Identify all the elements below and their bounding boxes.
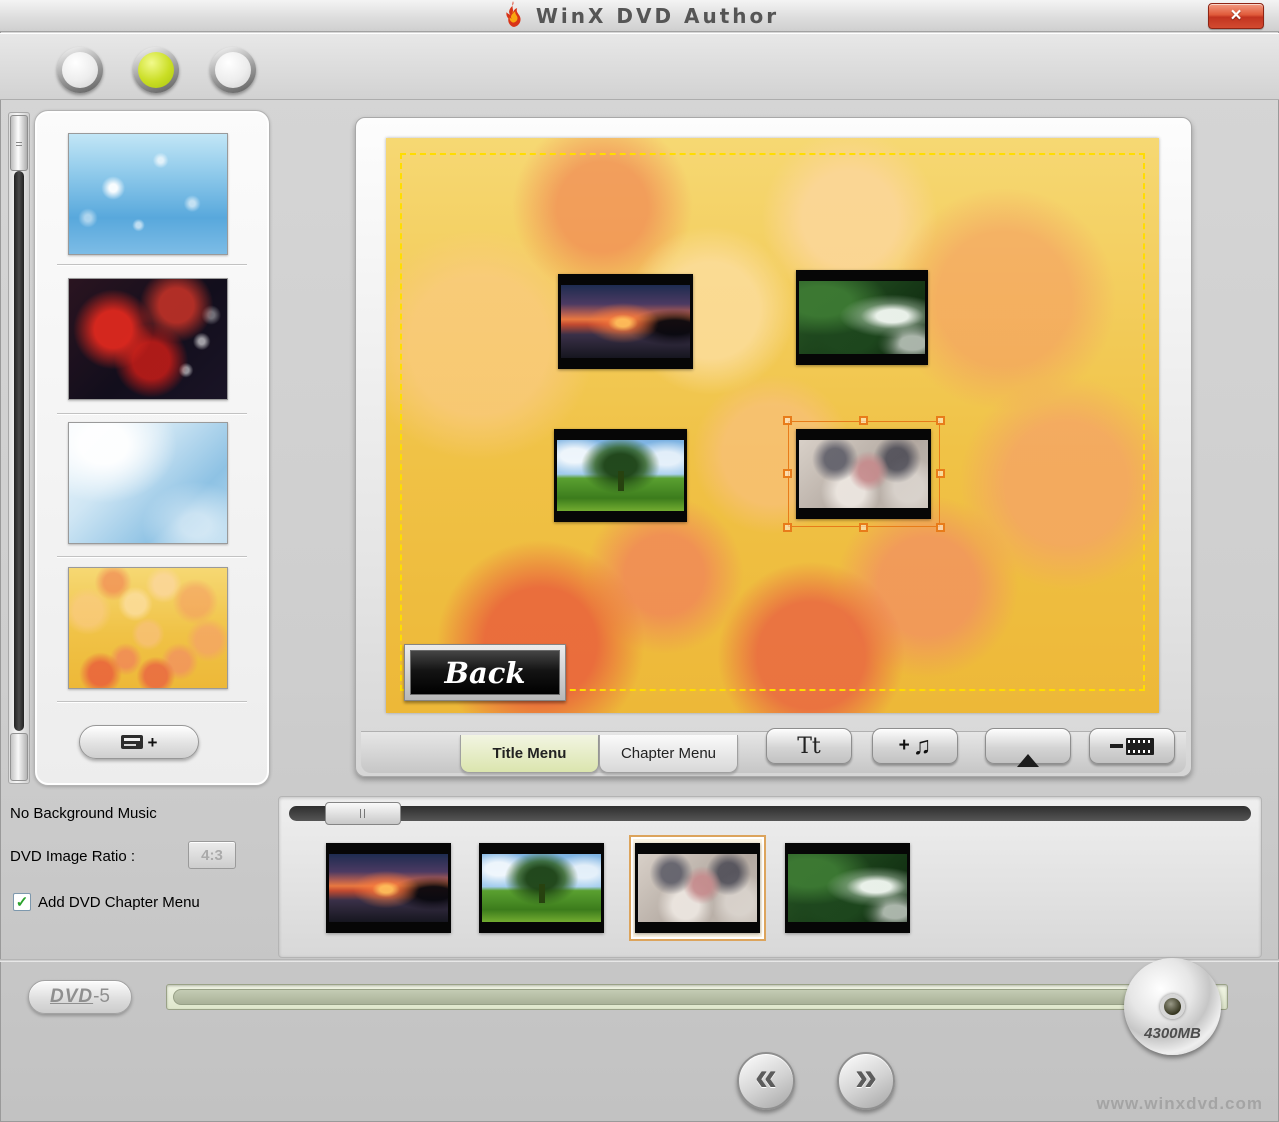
- divider: [57, 264, 247, 265]
- step-3-indicator-icon: [215, 52, 251, 88]
- close-button[interactable]: ×: [1208, 3, 1264, 29]
- template-blue-abstract[interactable]: [68, 422, 228, 544]
- menu-clip-sunset[interactable]: [558, 274, 693, 369]
- disc-type-label: DVD: [50, 986, 93, 1008]
- template-yellow-roses[interactable]: [68, 567, 228, 689]
- divider: [57, 413, 247, 414]
- winx-dvd-author-window: WinX DVD Author × +: [0, 0, 1279, 1122]
- step-1-indicator-icon: [62, 52, 98, 88]
- add-music-button[interactable]: + ♫: [872, 728, 958, 764]
- dvd-disc-icon: 4300MB: [1124, 958, 1221, 1055]
- tree-thumbnail: [482, 854, 601, 922]
- disc-capacity-text: 4300MB: [1124, 1025, 1221, 1042]
- dvd-menu-preview-panel: Back: [355, 117, 1192, 777]
- plus-icon: +: [148, 734, 158, 751]
- disc-type-suffix: -5: [93, 986, 110, 1008]
- title-bar: WinX DVD Author ×: [0, 0, 1279, 32]
- set-background-button[interactable]: [985, 728, 1071, 764]
- tree-thumbnail: [557, 440, 684, 511]
- next-step-button[interactable]: »: [837, 1052, 895, 1110]
- scrollbar-bottom-cap[interactable]: [10, 733, 28, 781]
- minus-icon: [1110, 744, 1123, 748]
- dvd-menu-canvas[interactable]: Back: [386, 138, 1159, 713]
- disc-capacity-bar: [166, 984, 1228, 1010]
- step-1-button[interactable]: [57, 47, 103, 93]
- remove-clip-button[interactable]: [1089, 728, 1175, 764]
- scrollbar-thumb[interactable]: [10, 115, 28, 171]
- sunset-thumbnail: [561, 285, 690, 358]
- chapter-menu-label: Add DVD Chapter Menu: [38, 894, 200, 911]
- divider: [57, 701, 247, 702]
- timeline-scrollbar-thumb[interactable]: [325, 802, 401, 825]
- flame-logo-icon: [500, 0, 526, 33]
- divider: [57, 556, 247, 557]
- step-2-indicator-icon: [138, 52, 174, 88]
- menu-clip-tree[interactable]: [554, 429, 687, 522]
- menu-clip-people[interactable]: [796, 429, 931, 519]
- add-text-button[interactable]: Tt: [766, 728, 852, 764]
- text-icon: Tt: [797, 734, 821, 759]
- ratio-value-button: 4:3: [188, 841, 236, 869]
- footer-divider: [0, 959, 1279, 962]
- disc-type-button[interactable]: DVD -5: [28, 980, 132, 1014]
- plus-icon: +: [899, 735, 910, 757]
- disc-capacity-fill: [173, 989, 1191, 1005]
- step-2-button[interactable]: [133, 47, 179, 93]
- step-3-button[interactable]: [210, 47, 256, 93]
- website-link: www.winxdvd.com: [1097, 1094, 1263, 1114]
- music-note-icon: ♫: [913, 732, 932, 761]
- sunset-thumbnail: [329, 854, 448, 922]
- tab-chapter-menu[interactable]: Chapter Menu: [599, 735, 738, 773]
- template-red-roses-dark[interactable]: [68, 278, 228, 400]
- tab-title-menu[interactable]: Title Menu: [460, 735, 599, 773]
- timeline-scrollbar[interactable]: [289, 806, 1251, 821]
- steps-toolbar: [0, 33, 1279, 100]
- leaves-thumbnail: [788, 854, 907, 922]
- timeline-clip-people[interactable]: [635, 843, 760, 933]
- timeline-selected-frame: [629, 835, 766, 941]
- timeline-clip-tree[interactable]: [479, 843, 604, 933]
- double-chevron-right-icon: »: [855, 1057, 877, 1097]
- disc-hole-icon: [1160, 994, 1185, 1019]
- timeline-clip-leaves[interactable]: [785, 843, 910, 933]
- timeline-clip-sunset[interactable]: [326, 843, 451, 933]
- back-button[interactable]: Back: [404, 644, 566, 701]
- previous-step-button[interactable]: «: [737, 1052, 795, 1110]
- checkbox-checked-icon[interactable]: ✓: [13, 893, 31, 911]
- safe-area-guide: [400, 153, 1145, 691]
- menu-screen-icon: [121, 735, 143, 749]
- leaves-thumbnail: [799, 281, 925, 354]
- background-music-status: No Background Music: [10, 805, 157, 822]
- double-chevron-left-icon: «: [755, 1057, 777, 1097]
- add-menu-template-button[interactable]: +: [79, 725, 199, 759]
- up-arrow-icon: [1017, 737, 1039, 755]
- template-blue-sparkle-water[interactable]: [68, 133, 228, 255]
- template-list-scrollbar[interactable]: [8, 112, 30, 784]
- menu-clip-leaves[interactable]: [796, 270, 928, 365]
- window-title: WinX DVD Author: [536, 4, 779, 28]
- scrollbar-track[interactable]: [14, 171, 24, 731]
- people-thumbnail: [638, 854, 757, 922]
- clip-timeline-panel: [278, 796, 1262, 958]
- film-strip-icon: [1126, 738, 1154, 755]
- people-thumbnail: [799, 440, 928, 508]
- template-list-panel: +: [34, 110, 270, 786]
- back-button-label: Back: [410, 650, 560, 695]
- add-chapter-menu-option[interactable]: ✓ Add DVD Chapter Menu: [13, 893, 200, 911]
- ratio-label: DVD Image Ratio :: [10, 848, 135, 865]
